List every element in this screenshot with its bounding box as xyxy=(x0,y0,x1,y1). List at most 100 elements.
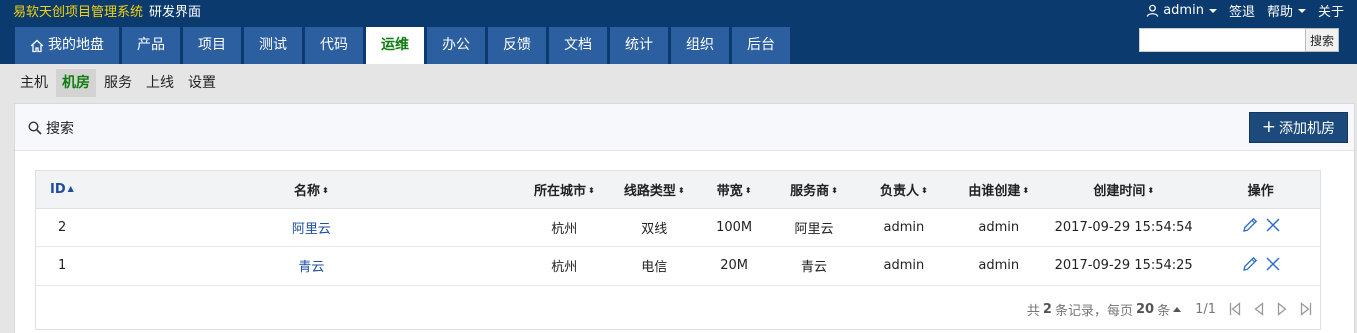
last-page-icon[interactable] xyxy=(1300,302,1312,316)
delete-icon[interactable] xyxy=(1265,256,1281,272)
nav-tab-stats[interactable]: 统计 xyxy=(610,27,668,64)
sort-icon: ⬍ xyxy=(322,186,329,196)
page-info: 1/1 xyxy=(1195,301,1216,317)
cell-created-by: admin xyxy=(978,258,1020,274)
nav-tab-project[interactable]: 项目 xyxy=(183,27,241,64)
home-icon xyxy=(30,39,44,52)
per-page-selector[interactable]: 20 条 xyxy=(1133,300,1182,319)
cell-bandwidth: 20M xyxy=(720,258,748,274)
add-room-label: 添加机房 xyxy=(1279,120,1335,137)
nav-tab-admin[interactable]: 后台 xyxy=(732,27,790,64)
column-header-label: 名称 xyxy=(294,183,321,199)
column-header-name[interactable]: 名称 ⬍ xyxy=(105,171,517,209)
column-header-id[interactable]: ID ▲ xyxy=(36,171,106,209)
prev-page-icon[interactable] xyxy=(1254,302,1264,316)
edit-icon[interactable] xyxy=(1241,216,1259,234)
column-header-label: 服务商 xyxy=(790,183,830,199)
cell-bandwidth: 100M xyxy=(716,219,753,235)
subnav-item-settings[interactable]: 设置 xyxy=(182,69,222,97)
pagination: 共 2 条记录，每页 20 条 1/1 xyxy=(36,288,1320,330)
column-header-created-at[interactable]: 创建时间 ⬍ xyxy=(1046,171,1202,209)
cell-name-link[interactable]: 阿里云 xyxy=(106,208,517,247)
column-header-label: 所在城市 xyxy=(533,183,586,199)
help-label: 帮助 xyxy=(1266,5,1293,20)
cell-name-link[interactable]: 青云 xyxy=(106,247,517,286)
column-header-city[interactable]: 所在城市 ⬍ xyxy=(516,171,612,209)
cell-created-at: 2017-09-29 15:54:54 xyxy=(1054,219,1193,235)
first-page-icon[interactable] xyxy=(1229,302,1241,316)
subnav-item-deploy[interactable]: 上线 xyxy=(140,69,180,97)
room-table: ID ▲ 名称 ⬍ 所在城市 ⬍ 线路类型 ⬍ 带宽 ⬍ 服务商 ⬍ 负责人 ⬍ 由谁创建 ⬍ … xyxy=(36,171,1320,286)
column-header-label: 创建时间 xyxy=(1093,183,1146,199)
table-row: 1 青云 杭州 电信 20M 青云 admin admin 2017-09-29… xyxy=(36,247,1320,286)
nav-tab-product[interactable]: 产品 xyxy=(122,27,180,64)
pager-total: 2 xyxy=(1042,301,1052,317)
main-nav: 我的地盘 产品 项目 测试 代码 运维 办公 反馈 文档 统计 组织 后台 xyxy=(15,27,790,64)
column-header-label: 带宽 xyxy=(716,183,743,199)
next-page-icon[interactable] xyxy=(1277,302,1287,316)
cell-city: 杭州 xyxy=(551,221,578,237)
global-search-button[interactable]: 搜索 xyxy=(1305,28,1339,52)
column-header-line-type[interactable]: 线路类型 ⬍ xyxy=(611,171,697,209)
sort-icon: ⬍ xyxy=(1022,186,1030,196)
nav-tab-feedback[interactable]: 反馈 xyxy=(488,27,546,64)
cell-created-at: 2017-09-29 15:54:25 xyxy=(1054,258,1193,274)
table-header-row: ID ▲ 名称 ⬍ 所在城市 ⬍ 线路类型 ⬍ 带宽 ⬍ 服务商 ⬍ 负责人 ⬍ 由谁创建 ⬍ … xyxy=(36,171,1320,209)
nav-tab-test[interactable]: 测试 xyxy=(244,27,302,64)
column-header-label: 由谁创建 xyxy=(968,183,1021,199)
nav-tab-my-space[interactable]: 我的地盘 xyxy=(15,27,119,64)
nav-tab-org[interactable]: 组织 xyxy=(671,27,729,64)
panel-toolbar: 搜索 + 添加机房 xyxy=(15,104,1354,151)
column-header-actions: 操作 xyxy=(1201,171,1320,209)
sort-icon: ⬍ xyxy=(831,186,838,196)
cell-provider: 青云 xyxy=(801,260,828,276)
edit-icon[interactable] xyxy=(1241,255,1259,273)
app-subtitle: 研发界面 xyxy=(149,5,202,20)
add-room-button[interactable]: + 添加机房 xyxy=(1248,112,1348,143)
column-header-provider[interactable]: 服务商 ⬍ xyxy=(771,171,857,209)
cell-id: 1 xyxy=(58,258,67,274)
delete-icon[interactable] xyxy=(1265,217,1281,233)
global-search: 搜索 xyxy=(1139,28,1339,52)
sort-icon: ⬍ xyxy=(677,186,685,196)
column-header-label: 线路类型 xyxy=(623,183,676,199)
sub-nav: 主机 机房 服务 上线 设置 xyxy=(14,69,222,97)
cell-created-by: admin xyxy=(978,219,1020,235)
nav-tab-office[interactable]: 办公 xyxy=(427,27,485,64)
cell-actions xyxy=(1201,247,1320,286)
plus-icon: + xyxy=(1261,117,1276,137)
signout-link[interactable]: 签退 xyxy=(1229,1,1255,20)
room-table-container: ID ▲ 名称 ⬍ 所在城市 ⬍ 线路类型 ⬍ 带宽 ⬍ 服务商 ⬍ 负责人 ⬍ 由谁创建 ⬍ … xyxy=(35,170,1321,330)
search-toggle[interactable]: 搜索 xyxy=(28,118,74,138)
column-header-label: 负责人 xyxy=(880,183,920,199)
app-header: 易软天创项目管理系统 研发界面 admin 签退 帮助 关于 我的地盘 产品 项目… xyxy=(0,0,1357,64)
help-menu[interactable]: 帮助 xyxy=(1267,1,1306,20)
cell-line-type: 电信 xyxy=(641,260,668,276)
nav-tab-ops[interactable]: 运维 xyxy=(366,27,424,64)
pager-records-text: 条记录，每页 xyxy=(1054,303,1133,319)
column-header-bandwidth[interactable]: 带宽 ⬍ xyxy=(696,171,772,209)
global-search-input[interactable] xyxy=(1139,28,1305,52)
search-icon xyxy=(28,121,42,135)
about-link[interactable]: 关于 xyxy=(1318,1,1344,20)
cell-line-type: 双线 xyxy=(641,221,668,237)
app-title: 易软天创项目管理系统 xyxy=(13,5,144,20)
search-toggle-label: 搜索 xyxy=(46,121,74,137)
nav-tab-label: 我的地盘 xyxy=(48,37,104,53)
pager-prefix: 共 xyxy=(1026,303,1040,319)
column-header-created-by[interactable]: 由谁创建 ⬍ xyxy=(951,171,1047,209)
cell-provider: 阿里云 xyxy=(794,221,834,237)
subnav-item-service[interactable]: 服务 xyxy=(98,69,138,97)
user-menu[interactable]: admin xyxy=(1146,3,1217,18)
column-header-owner[interactable]: 负责人 ⬍ xyxy=(856,171,952,209)
user-menu-bar: admin 签退 帮助 关于 xyxy=(1146,1,1344,20)
cell-id: 2 xyxy=(58,219,67,235)
content-panel: 搜索 + 添加机房 ID ▲ 名称 ⬍ 所在城市 ⬍ 线路类型 ⬍ 带宽 ⬍ 服务商 ⬍ 负… xyxy=(14,103,1355,333)
per-page-unit: 条 xyxy=(1157,303,1171,319)
nav-tab-code[interactable]: 代码 xyxy=(305,27,363,64)
subnav-item-host[interactable]: 主机 xyxy=(14,69,54,97)
chevron-down-icon xyxy=(1297,8,1306,13)
nav-tab-docs[interactable]: 文档 xyxy=(549,27,607,64)
subnav-item-room[interactable]: 机房 xyxy=(56,69,96,97)
user-name: admin xyxy=(1163,3,1204,18)
